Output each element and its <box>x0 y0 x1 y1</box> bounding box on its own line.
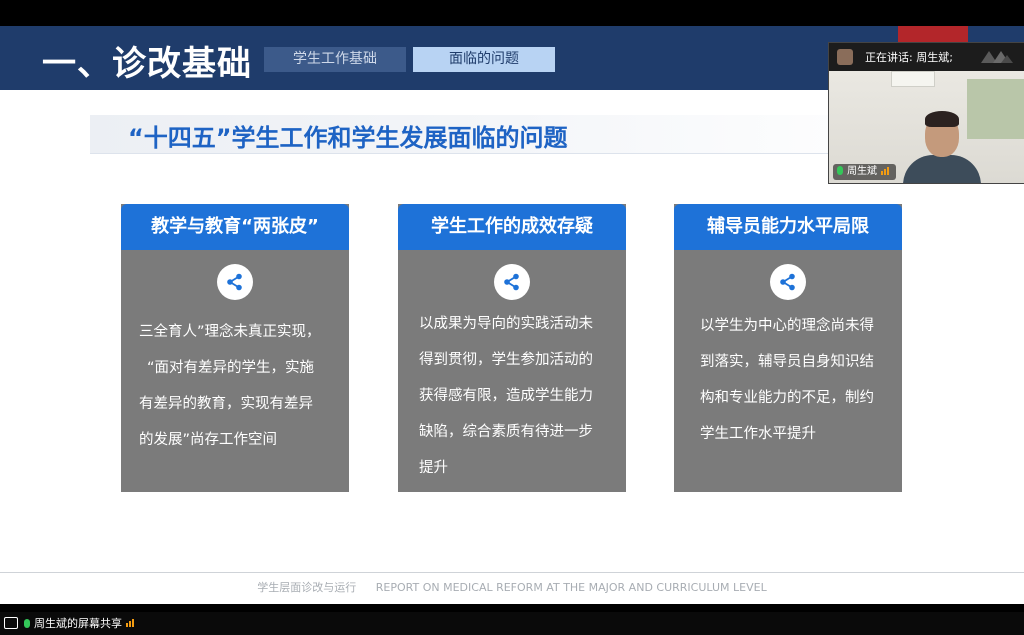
topic-title: “十四五”学生工作和学生发展面临的问题 <box>128 124 568 152</box>
card-text: 以学生为中心的理念尚未得 到落实，辅导员自身知识结 构和专业能力的不足，制约 学… <box>700 308 896 452</box>
meeting-bottom-bar: 周生斌的屏幕共享 <box>0 612 1024 635</box>
card-line: 学生工作水平提升 <box>700 426 816 442</box>
speaker-video-tile[interactable]: 正在讲话: 周生斌; 周生斌 <box>828 42 1024 184</box>
participant-name: 周生斌 <box>847 166 877 177</box>
mic-icon <box>24 618 30 628</box>
card-line: 有差异的教育，实现有差异 <box>139 396 313 412</box>
card-line: 构和专业能力的不足，制约 <box>700 390 874 406</box>
screen-share-icon <box>4 617 18 629</box>
app-logo-icon <box>979 47 1019 67</box>
footer-en: REPORT ON MEDICAL REFORM AT THE MAJOR AN… <box>375 581 767 594</box>
share-status-text: 周生斌的屏幕共享 <box>34 617 122 630</box>
topic-bar: “十四五”学生工作和学生发展面临的问题 <box>90 115 930 154</box>
mic-icon <box>837 166 843 175</box>
card-line: 缺陷，综合素质有待进一步 <box>419 424 593 440</box>
signal-strength-icon <box>881 165 890 181</box>
tab-problems-faced: 面临的问题 <box>413 47 555 72</box>
card-title: 教学与教育“两张皮” <box>121 204 349 250</box>
card-title: 辅导员能力水平局限 <box>674 204 902 250</box>
participant-body <box>903 155 981 183</box>
background-window <box>967 79 1024 139</box>
card-text: 三全育人”理念未真正实现， “面对有差异的学生，实施 有差异的教育，实现有差异 … <box>139 314 335 458</box>
background-ac-unit <box>891 71 935 87</box>
section-title: 一、诊改基础 <box>42 44 252 84</box>
avatar <box>837 49 853 65</box>
card-line: 的发展”尚存工作空间 <box>139 432 278 448</box>
card-line: 得到贯彻，学生参加活动的 <box>419 352 593 368</box>
participant-hair <box>925 111 959 127</box>
share-icon <box>494 264 530 300</box>
card-text: 以成果为导向的实践活动未 得到贯彻，学生参加活动的 获得感有限，造成学生能力 缺… <box>419 306 615 486</box>
tab-student-work-basis: 学生工作基础 <box>264 47 406 72</box>
problem-card-2: 学生工作的成效存疑 以成果为导向的实践活动未 得到贯彻，学生参加活动的 获得感有… <box>398 204 626 492</box>
share-icon <box>217 264 253 300</box>
card-line: 提升 <box>419 460 448 476</box>
card-line: 三全育人”理念未真正实现， <box>139 324 321 340</box>
card-line: “面对有差异的学生，实施 <box>147 360 315 376</box>
card-line: 到落实，辅导员自身知识结 <box>700 354 874 370</box>
video-tile-header: 正在讲话: 周生斌; <box>829 43 1024 71</box>
problem-card-1: 教学与教育“两张皮” 三全育人”理念未真正实现， “面对有差异的学生，实施 有差… <box>121 204 349 492</box>
participant-name-tag: 周生斌 <box>833 164 896 180</box>
footer-cn: 学生层面诊改与运行 <box>257 581 357 594</box>
card-line: 以学生为中心的理念尚未得 <box>700 318 874 334</box>
signal-strength-icon <box>126 617 135 630</box>
screen-share-status[interactable]: 周生斌的屏幕共享 <box>4 615 135 631</box>
problem-card-3: 辅导员能力水平局限 以学生为中心的理念尚未得 到落实，辅导员自身知识结 构和专业… <box>674 204 902 492</box>
card-line: 获得感有限，造成学生能力 <box>419 388 593 404</box>
card-line: 以成果为导向的实践活动未 <box>419 316 593 332</box>
speaking-indicator: 正在讲话: 周生斌; <box>865 51 953 64</box>
slide-footer: 学生层面诊改与运行 REPORT ON MEDICAL REFORM AT TH… <box>0 579 1024 595</box>
footer-divider <box>0 572 1024 573</box>
card-title: 学生工作的成效存疑 <box>398 204 626 250</box>
share-icon <box>770 264 806 300</box>
